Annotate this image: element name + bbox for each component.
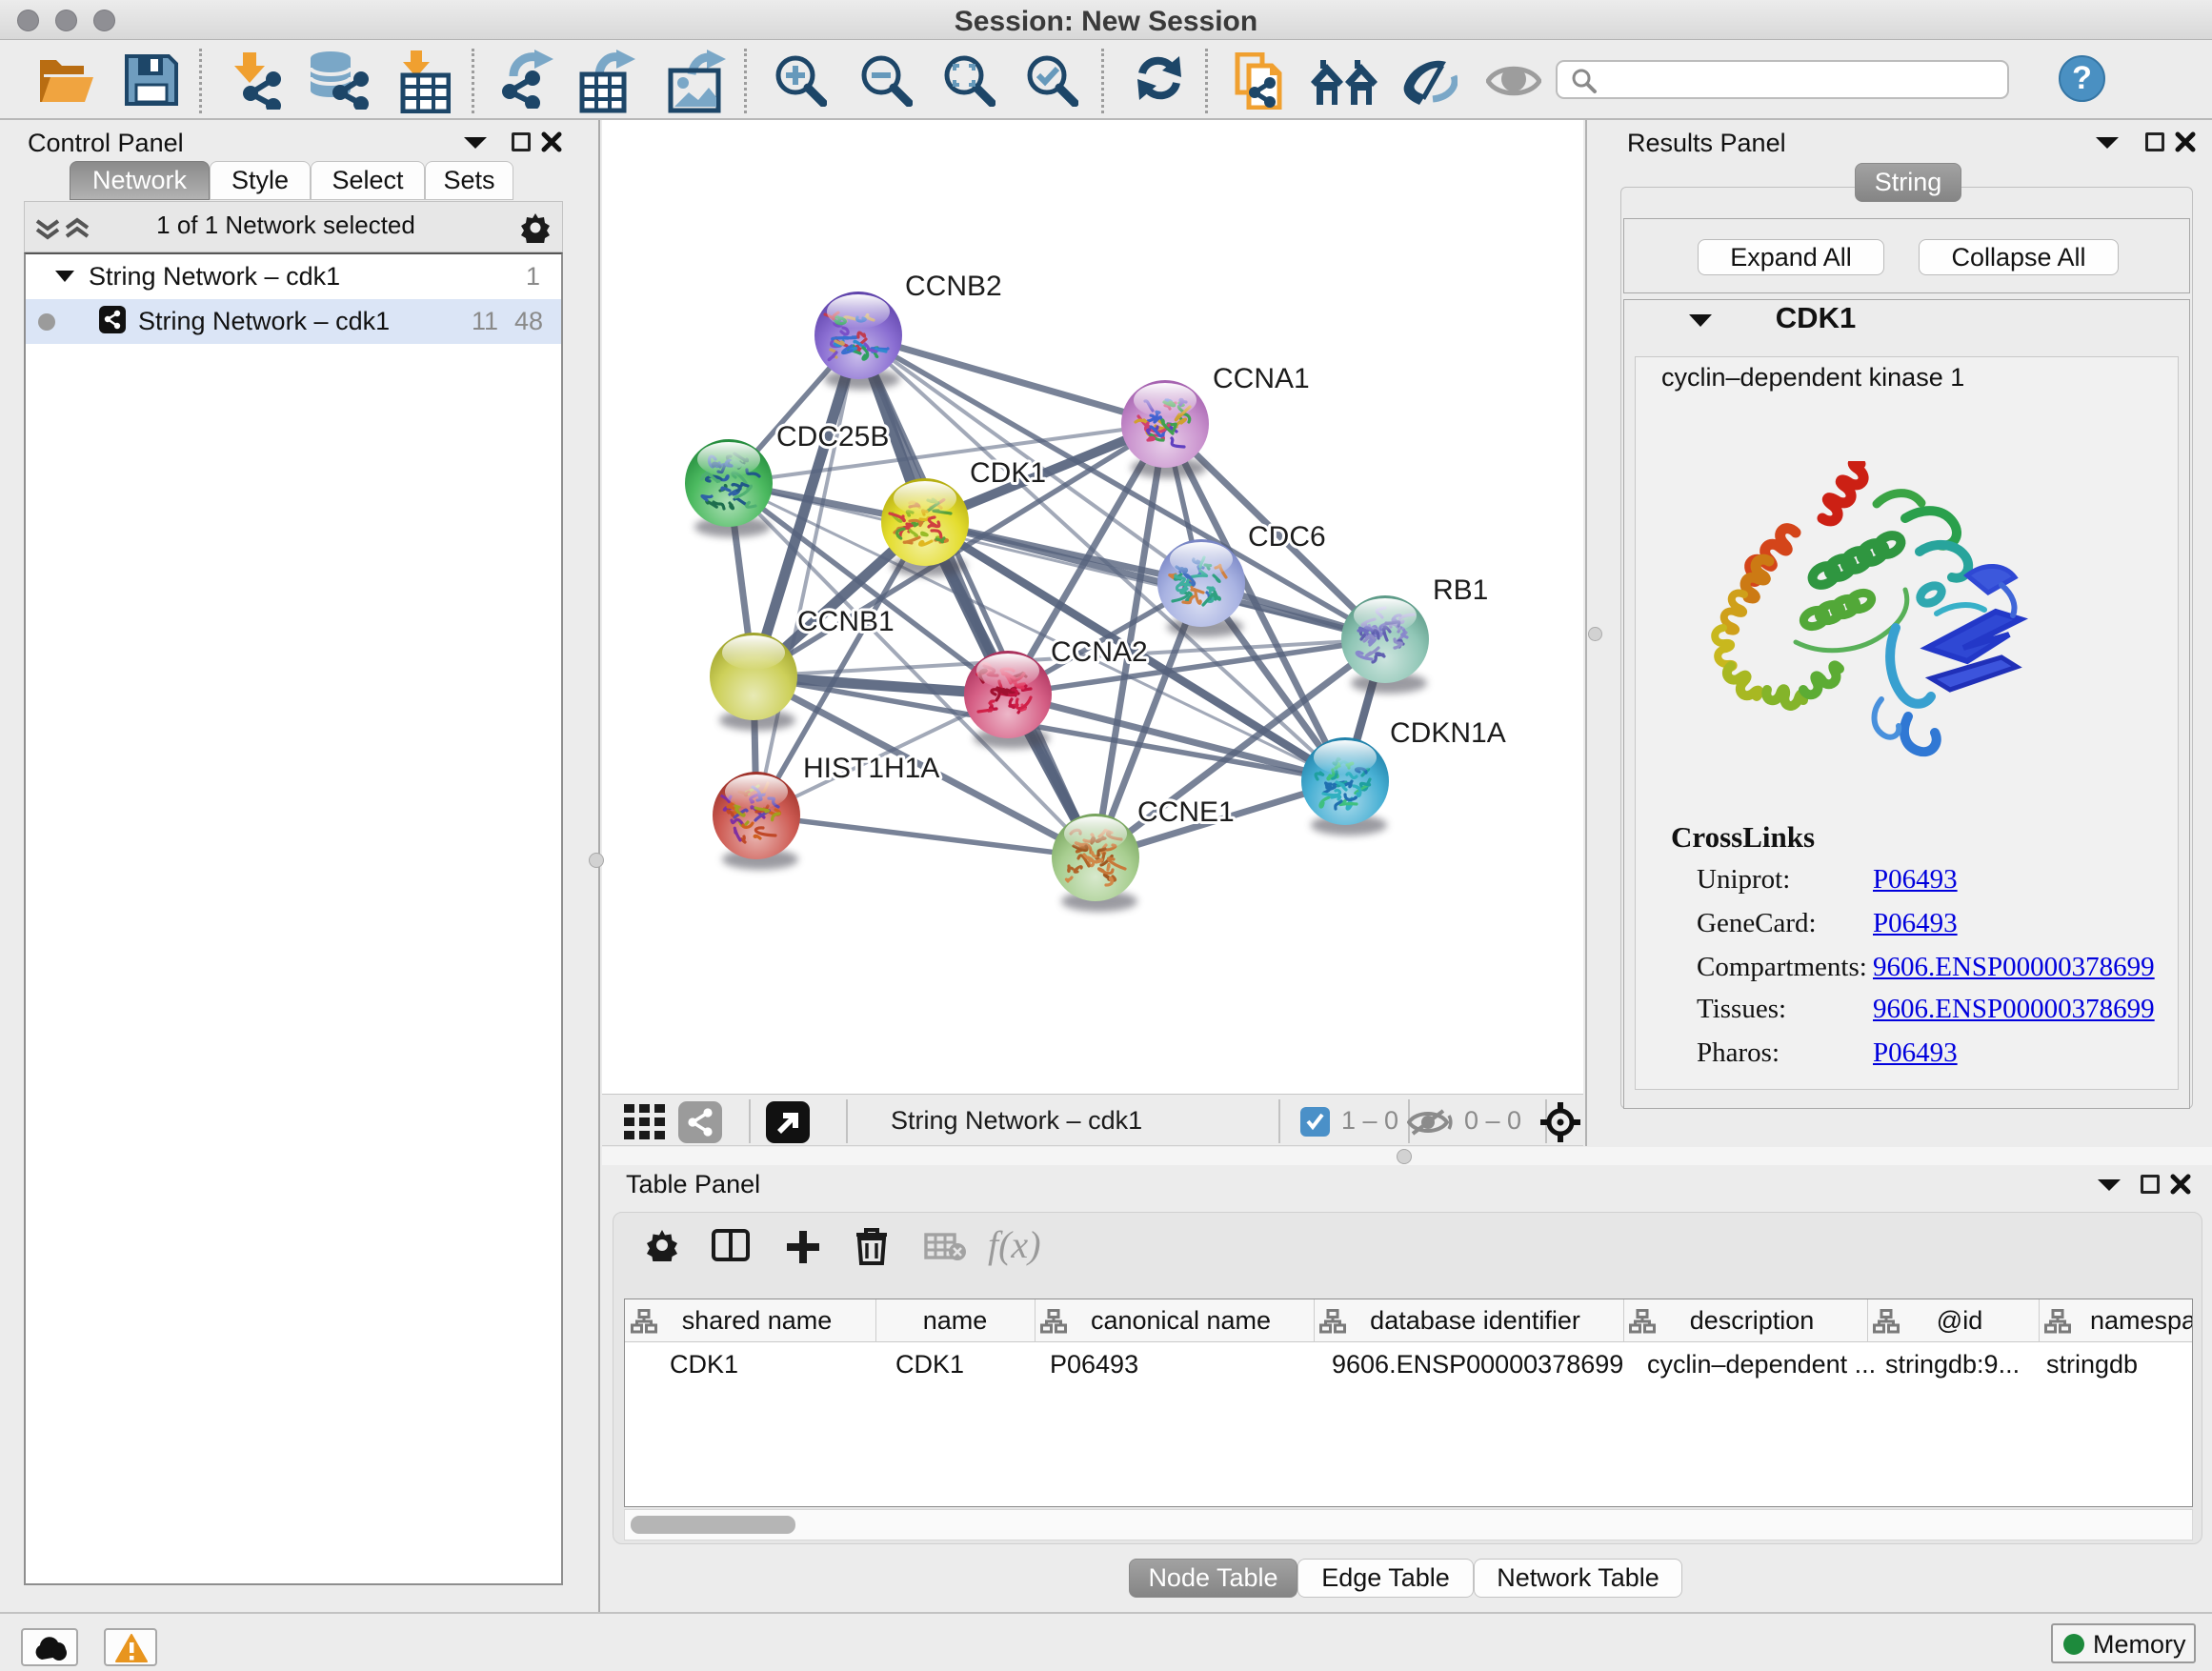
svg-text:CDC25B: CDC25B (776, 421, 889, 453)
svg-text:CDK1: CDK1 (970, 457, 1046, 489)
svg-text:HIST1H1A: HIST1H1A (803, 753, 939, 784)
svg-text:CDC6: CDC6 (1248, 521, 1326, 553)
svg-text:CCNA2: CCNA2 (1051, 636, 1148, 668)
svg-text:RB1: RB1 (1433, 574, 1488, 606)
svg-text:CCNA1: CCNA1 (1213, 363, 1310, 394)
svg-text:CCNE1: CCNE1 (1137, 796, 1235, 828)
svg-text:CDKN1A: CDKN1A (1390, 717, 1506, 749)
svg-text:CCNB1: CCNB1 (797, 606, 895, 637)
svg-text:CCNB2: CCNB2 (905, 271, 1002, 302)
